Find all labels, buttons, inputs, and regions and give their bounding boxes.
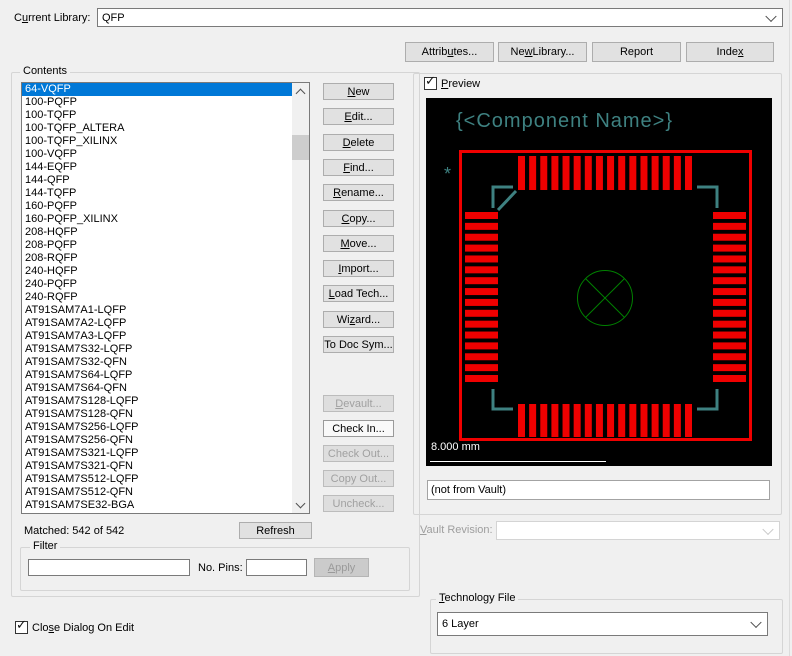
- list-item[interactable]: AT91SAM7S321-QFN: [22, 460, 292, 473]
- list-item[interactable]: AT91SAM7S512-LQFP: [22, 473, 292, 486]
- matched-count: Matched: 542 of 542: [24, 525, 124, 537]
- scroll-up-icon[interactable]: [292, 83, 309, 100]
- apply-button: Apply: [314, 558, 369, 577]
- close-dialog-label[interactable]: Close Dialog On Edit: [32, 622, 134, 634]
- load-tech-button[interactable]: Load Tech...: [323, 285, 394, 302]
- technology-value: 6 Layer: [442, 618, 479, 630]
- filter-input[interactable]: [28, 559, 190, 576]
- vault-revision-combo: [496, 521, 780, 540]
- list-item[interactable]: 144-QFP: [22, 174, 292, 187]
- list-item[interactable]: 208-RQFP: [22, 252, 292, 265]
- preview-checkbox[interactable]: ✓: [424, 77, 437, 90]
- chevron-down-icon: [750, 617, 761, 628]
- list-item[interactable]: 240-HQFP: [22, 265, 292, 278]
- vault-status-field: (not from Vault): [427, 480, 770, 500]
- list-item[interactable]: AT91SAM7S64-LQFP: [22, 369, 292, 382]
- pin1-asterisk: *: [444, 164, 451, 185]
- index-button[interactable]: Index: [686, 42, 774, 62]
- list-item[interactable]: 208-HQFP: [22, 226, 292, 239]
- list-item[interactable]: 100-TQFP_XILINX: [22, 135, 292, 148]
- scroll-thumb[interactable]: [292, 135, 309, 160]
- refresh-button[interactable]: Refresh: [239, 522, 312, 539]
- scroll-down-icon[interactable]: [292, 496, 309, 513]
- current-library-label: Current Library:: [14, 12, 90, 24]
- technology-group-label: Technology File: [436, 592, 518, 604]
- edit-button[interactable]: Edit...: [323, 108, 394, 125]
- list-item[interactable]: 160-PQFP_XILINX: [22, 213, 292, 226]
- copy-out-button: Copy Out...: [323, 470, 394, 487]
- list-item[interactable]: 240-PQFP: [22, 278, 292, 291]
- contents-list[interactable]: 64-VQFP100-PQFP100-TQFP100-TQFP_ALTERA10…: [21, 82, 310, 514]
- component-name-text: {<Component Name>}: [456, 110, 673, 133]
- no-pins-label: No. Pins:: [198, 562, 243, 574]
- list-scrollbar[interactable]: [292, 83, 309, 513]
- import-button[interactable]: Import...: [323, 260, 394, 277]
- list-item[interactable]: 100-PQFP: [22, 96, 292, 109]
- checkmark-icon: ✓: [425, 75, 436, 88]
- list-item[interactable]: 100-VQFP: [22, 148, 292, 161]
- list-item[interactable]: AT91SAM7S128-QFN: [22, 408, 292, 421]
- preview-canvas: {<Component Name>} * 8.000 mm: [426, 98, 772, 466]
- chevron-down-icon: [765, 10, 776, 21]
- wizard-button[interactable]: Wizard...: [323, 311, 394, 328]
- current-library-value: QFP: [102, 12, 125, 24]
- close-dialog-checkbox[interactable]: ✓: [15, 621, 28, 634]
- list-item[interactable]: AT91SAM7A2-LQFP: [22, 317, 292, 330]
- list-item[interactable]: 100-TQFP_ALTERA: [22, 122, 292, 135]
- list-item[interactable]: AT91SAM7S512-QFN: [22, 486, 292, 499]
- current-library-combo[interactable]: QFP: [97, 8, 783, 27]
- list-item[interactable]: AT91SAM7A1-LQFP: [22, 304, 292, 317]
- devault-button: Devault...: [323, 395, 394, 412]
- list-item[interactable]: 240-RQFP: [22, 291, 292, 304]
- checkmark-icon: ✓: [16, 619, 27, 632]
- uncheck-button: Uncheck...: [323, 495, 394, 512]
- chevron-down-icon: [762, 523, 773, 534]
- filter-group-label: Filter: [30, 540, 60, 552]
- rename-button[interactable]: Rename...: [323, 184, 394, 201]
- list-item[interactable]: AT91SAM7S64-QFN: [22, 382, 292, 395]
- report-button[interactable]: Report: [592, 42, 681, 62]
- list-item[interactable]: AT91SAM7S256-LQFP: [22, 421, 292, 434]
- list-item[interactable]: 208-PQFP: [22, 239, 292, 252]
- scale-label: 8.000 mm: [431, 441, 480, 453]
- list-item[interactable]: 160-PQFP: [22, 200, 292, 213]
- list-item[interactable]: 144-EQFP: [22, 161, 292, 174]
- dialog-edge: [789, 0, 790, 656]
- list-item[interactable]: AT91SAM7SE32-BGA: [22, 499, 292, 512]
- preview-label[interactable]: Preview: [441, 78, 480, 90]
- scale-bar: [430, 461, 606, 462]
- list-item[interactable]: AT91SAM7S321-LQFP: [22, 447, 292, 460]
- delete-button[interactable]: Delete: [323, 134, 394, 151]
- list-item[interactable]: 144-TQFP: [22, 187, 292, 200]
- attributes-button[interactable]: Attributes...: [405, 42, 494, 62]
- new-library-button[interactable]: New Library...: [498, 42, 587, 62]
- list-item[interactable]: AT91SAM7S128-LQFP: [22, 395, 292, 408]
- list-item[interactable]: 100-TQFP: [22, 109, 292, 122]
- find-button[interactable]: Find...: [323, 159, 394, 176]
- contents-list-items: 64-VQFP100-PQFP100-TQFP100-TQFP_ALTERA10…: [22, 83, 292, 513]
- to-doc-sym-button[interactable]: To Doc Sym...: [323, 336, 394, 353]
- list-item[interactable]: 64-VQFP: [22, 83, 292, 96]
- list-item[interactable]: AT91SAM7S32-QFN: [22, 356, 292, 369]
- vault-revision-label: Vault Revision:: [420, 524, 493, 536]
- list-item[interactable]: AT91SAM7S256-QFN: [22, 434, 292, 447]
- list-item[interactable]: AT91SAM7S32-LQFP: [22, 343, 292, 356]
- copy-button[interactable]: Copy...: [323, 210, 394, 227]
- footprint-svg: [426, 98, 772, 466]
- no-pins-input[interactable]: [246, 559, 307, 576]
- new-button[interactable]: New: [323, 83, 394, 100]
- move-button[interactable]: Move...: [323, 235, 394, 252]
- contents-group-label: Contents: [20, 65, 70, 77]
- technology-combo[interactable]: 6 Layer: [437, 612, 768, 636]
- list-item[interactable]: AT91SAM7A3-LQFP: [22, 330, 292, 343]
- check-in-button[interactable]: Check In...: [323, 420, 394, 437]
- check-out-button: Check Out...: [323, 445, 394, 462]
